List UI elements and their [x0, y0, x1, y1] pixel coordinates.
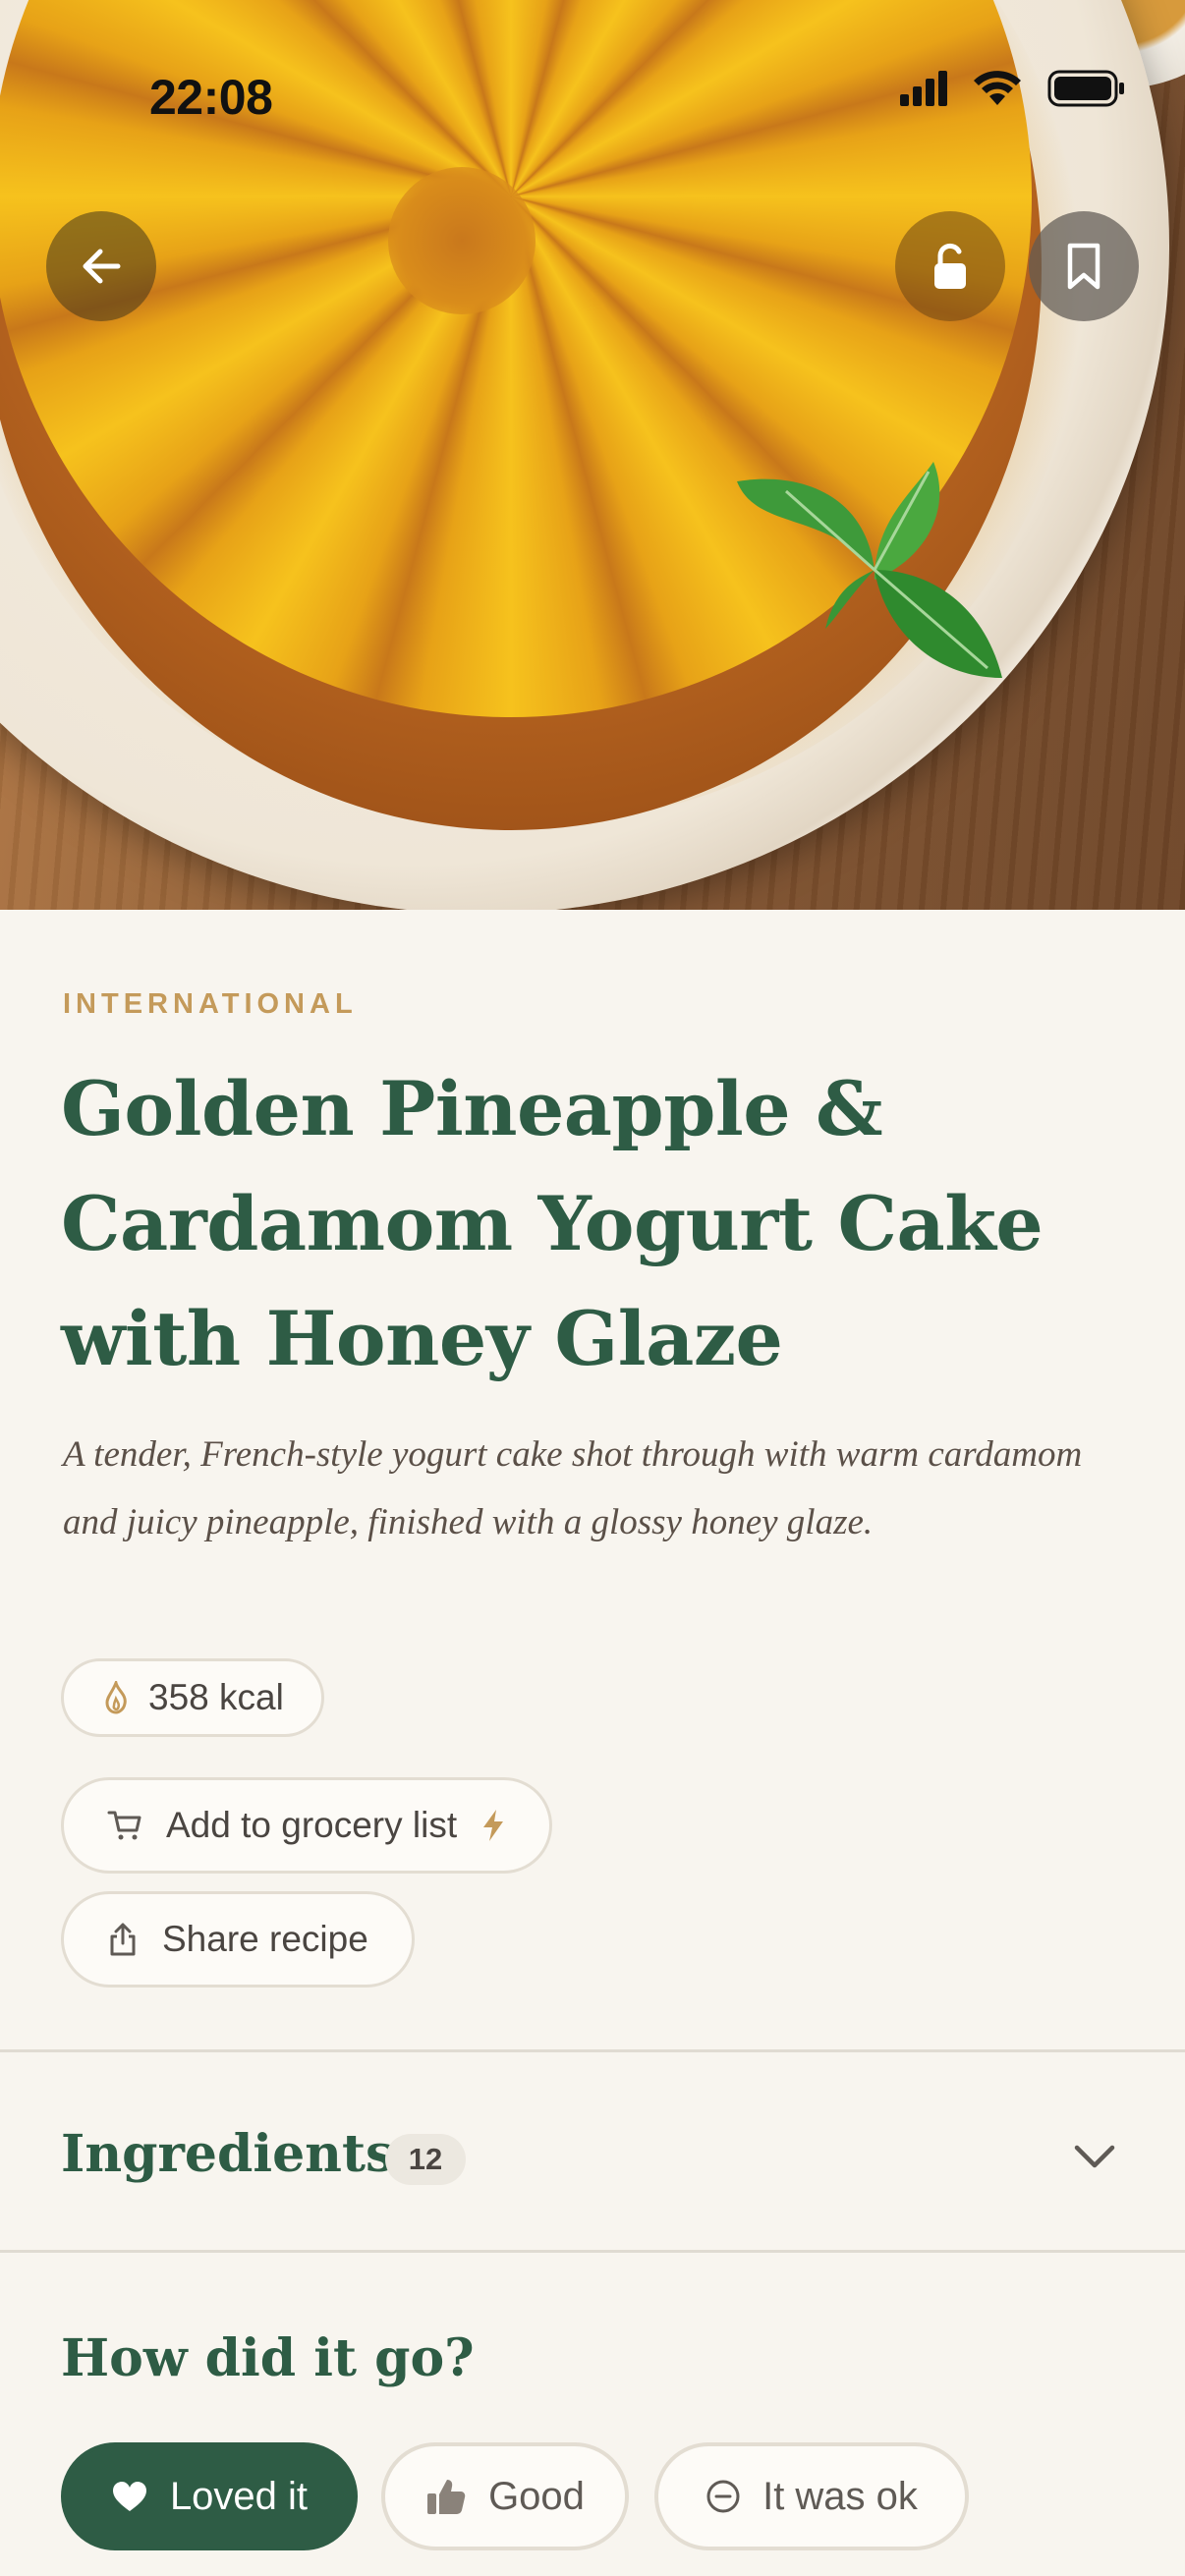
cellular-signal-icon [900, 71, 947, 106]
title-line: with Honey Glaze [61, 1295, 783, 1382]
mint-garnish [737, 462, 1002, 678]
ingredients-header[interactable]: Ingredients [61, 2124, 394, 2184]
recipe-hero-image: 22:08 [0, 0, 1185, 910]
share-recipe-button[interactable]: Share recipe [61, 1891, 415, 1988]
recipe-category: INTERNATIONAL [63, 988, 358, 1020]
grocery-label: Add to grocery list [166, 1805, 458, 1845]
title-line: Golden Pineapple & [61, 1065, 883, 1152]
bookmark-button[interactable] [1029, 211, 1139, 321]
chevron-down-icon[interactable] [1071, 2140, 1118, 2173]
section-divider [0, 2049, 1185, 2052]
calories-text: 358 kcal [148, 1677, 284, 1717]
recipe-detail-screen: 22:08 INTERNATIONAL Golden Pineapple & C… [0, 0, 1185, 2576]
recipe-title: Golden Pineapple & Cardamom Yogurt Cake … [61, 1051, 1142, 1396]
flame-icon [105, 1681, 127, 1714]
add-to-grocery-button[interactable]: Add to grocery list [61, 1777, 553, 1874]
title-line: Cardamom Yogurt Cake [61, 1180, 1044, 1267]
back-button[interactable] [46, 211, 156, 321]
wifi-icon [974, 71, 1021, 105]
rating-label: Good [488, 2474, 585, 2518]
status-time: 22:08 [149, 70, 273, 125]
heart-icon [112, 2482, 146, 2511]
cart-icon [107, 1811, 141, 1840]
arrow-left-icon [83, 249, 121, 284]
section-divider [0, 2250, 1185, 2253]
bookmark-icon [1067, 243, 1100, 290]
rating-ok-button[interactable]: It was ok [654, 2442, 969, 2550]
lightning-icon [483, 1810, 504, 1841]
minus-circle-icon [706, 2480, 740, 2513]
battery-icon [1047, 70, 1124, 107]
rating-label: Loved it [169, 2474, 309, 2518]
rating-good-button[interactable]: Good [381, 2442, 629, 2550]
status-icons [900, 69, 1126, 108]
unlock-icon [934, 243, 966, 289]
share-icon [110, 1923, 136, 1956]
calories-badge: 358 kcal [61, 1658, 324, 1737]
unlock-button[interactable] [895, 211, 1005, 321]
ingredients-count-badge: 12 [385, 2134, 466, 2185]
feedback-title: How did it go? [61, 2328, 475, 2388]
cake-center [388, 167, 536, 314]
share-label: Share recipe [162, 1919, 368, 1959]
rating-loved-it-button[interactable]: Loved it [61, 2442, 358, 2550]
thumbs-up-icon [427, 2480, 466, 2514]
rating-label: It was ok [762, 2474, 918, 2518]
recipe-description: A tender, French-style yogurt cake shot … [63, 1434, 1083, 1542]
